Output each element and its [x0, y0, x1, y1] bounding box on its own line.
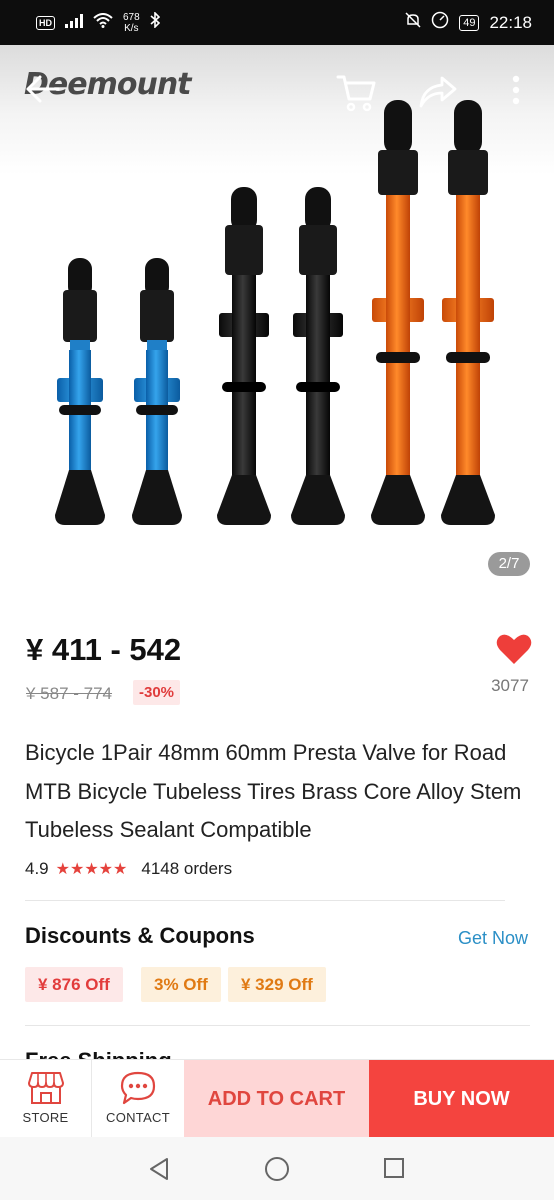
product-price: ¥ 411 - 542 — [26, 632, 182, 667]
orange-valve — [371, 100, 425, 525]
mute-icon — [405, 12, 421, 33]
star-rating-icon: ★★★★★ — [55, 861, 128, 878]
back-arrow-icon[interactable] — [22, 73, 62, 105]
heart-icon[interactable] — [496, 632, 532, 666]
black-valve — [217, 187, 271, 525]
more-options-icon[interactable] — [506, 73, 526, 109]
net-speed-value: 678 — [123, 11, 140, 23]
rating-value: 4.9 — [25, 859, 49, 878]
hd-badge: HD — [36, 15, 55, 30]
signal-icon — [65, 13, 83, 33]
blue-valve — [55, 258, 105, 525]
chat-icon — [119, 1070, 157, 1106]
cart-icon[interactable] — [336, 73, 378, 113]
speed-gauge-icon — [431, 11, 449, 34]
clock: 22:18 — [489, 12, 532, 32]
top-toolbar: Deemount — [0, 45, 554, 135]
nav-back-icon[interactable] — [147, 1157, 171, 1181]
store-label: STORE — [22, 1110, 69, 1125]
divider — [25, 900, 505, 901]
discounts-title: Discounts & Coupons — [25, 923, 255, 948]
system-nav-bar — [0, 1137, 554, 1200]
contact-button[interactable]: CONTACT — [92, 1060, 184, 1138]
bluetooth-icon — [150, 11, 160, 33]
product-image-gallery[interactable]: Deemount 2/7 — [0, 45, 554, 600]
share-icon[interactable] — [418, 75, 458, 109]
status-bar: HD 678 K/s 49 22:18 — [0, 0, 554, 45]
net-speed-unit: K/s — [124, 22, 139, 34]
coupon-chip[interactable]: ¥ 876 Off — [25, 967, 123, 1002]
discount-badge: -30% — [133, 680, 181, 705]
image-counter: 2/7 — [488, 552, 530, 576]
wishlist-count: 3077 — [491, 676, 529, 695]
coupon-chip[interactable]: ¥ 329 Off — [228, 967, 326, 1002]
product-title: Bicycle 1Pair 48mm 60mm Presta Valve for… — [25, 740, 522, 842]
store-icon — [27, 1070, 65, 1106]
orange-valve — [441, 100, 495, 525]
buy-now-button[interactable]: BUY NOW — [369, 1060, 554, 1138]
get-now-link[interactable]: Get Now — [458, 928, 528, 949]
orders-count: 4148 orders — [141, 859, 233, 878]
divider — [25, 1025, 530, 1026]
coupon-chip[interactable]: 3% Off — [141, 967, 221, 1002]
original-price: ¥ 587 - 774 — [26, 684, 113, 703]
shipping-section-title: Free Shipping — [25, 1046, 172, 1060]
bottom-action-bar: STORE CONTACT ADD TO CART BUY NOW — [0, 1059, 554, 1138]
rating-row[interactable]: 4.9 ★★★★★ 4148 orders — [25, 859, 232, 879]
store-button[interactable]: STORE — [0, 1060, 92, 1138]
net-speed: 678 K/s — [123, 12, 140, 34]
product-page: HD 678 K/s 49 22:18 Deemount 2/7 ¥ 411 -… — [0, 0, 554, 1200]
black-valve — [291, 187, 345, 525]
nav-home-icon[interactable] — [264, 1156, 290, 1182]
nav-recents-icon[interactable] — [383, 1157, 405, 1179]
add-to-cart-button[interactable]: ADD TO CART — [184, 1060, 369, 1138]
contact-label: CONTACT — [106, 1110, 170, 1125]
wifi-icon — [93, 12, 113, 33]
battery-indicator: 49 — [459, 14, 480, 31]
blue-valve — [132, 258, 182, 525]
